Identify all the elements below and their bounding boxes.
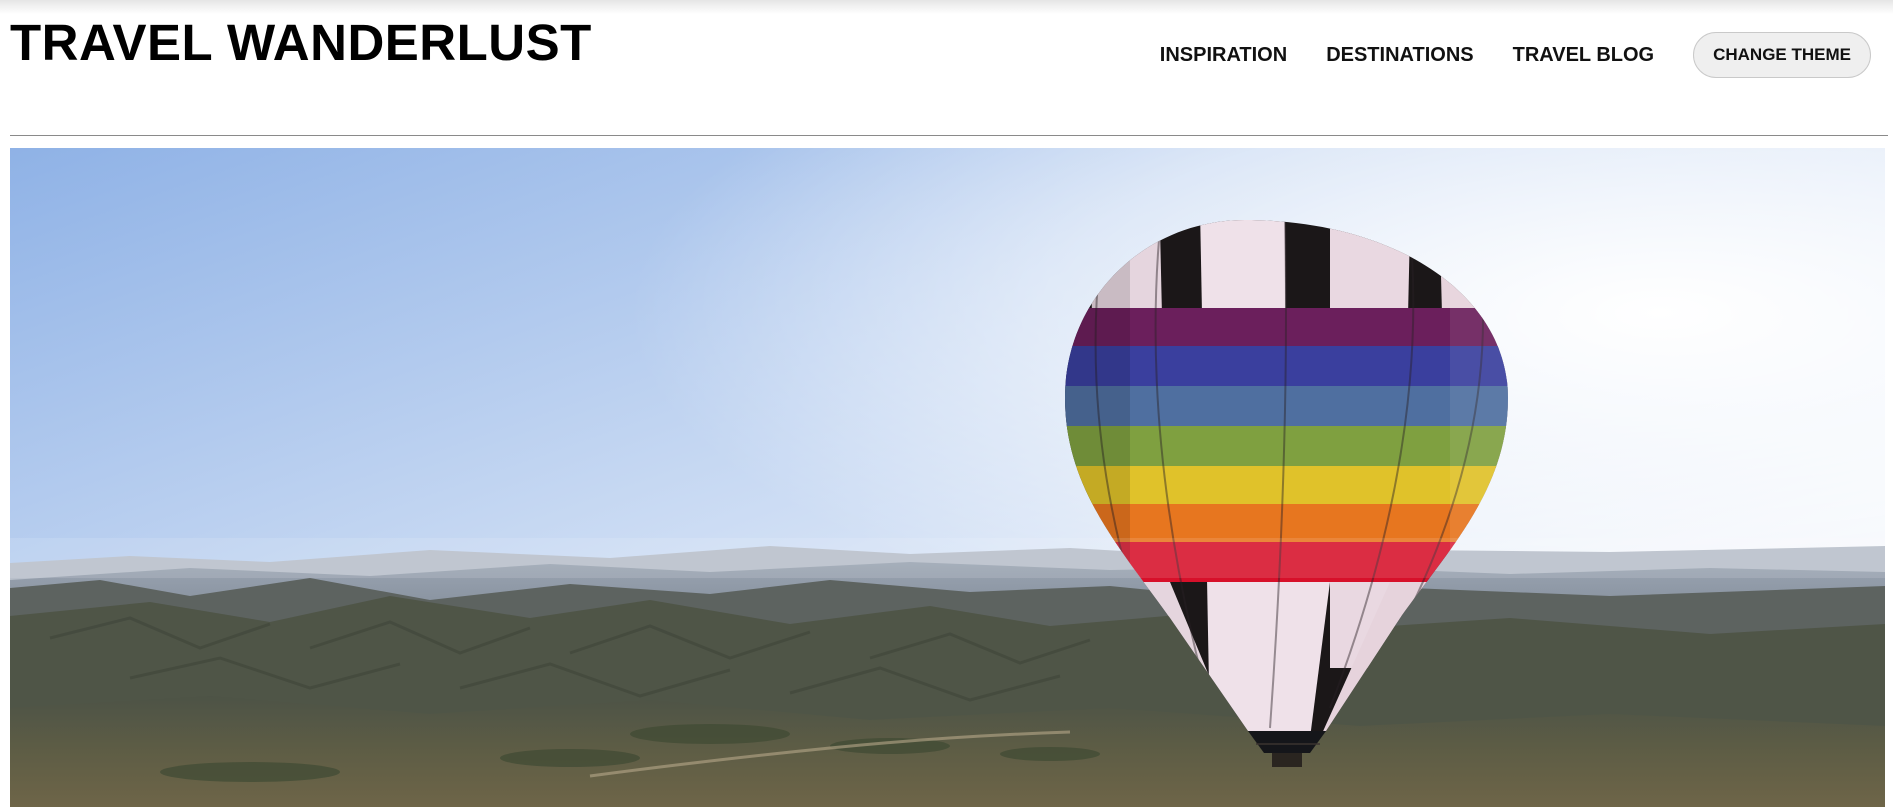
nav-link-inspiration[interactable]: INSPIRATION — [1160, 44, 1287, 67]
hero-image — [10, 148, 1885, 807]
nav-link-destinations[interactable]: DESTINATIONS — [1326, 44, 1473, 67]
main-nav: INSPIRATION DESTINATIONS TRAVEL BLOG CHA… — [1160, 32, 1871, 78]
site-title: TRAVEL WANDERLUST — [10, 14, 592, 71]
site-header: TRAVEL WANDERLUST INSPIRATION DESTINATIO… — [0, 0, 1893, 136]
hero-balloon-landscape-image — [10, 148, 1885, 807]
change-theme-button[interactable]: CHANGE THEME — [1693, 32, 1871, 78]
nav-link-travel-blog[interactable]: TRAVEL BLOG — [1513, 44, 1654, 67]
header-divider — [10, 135, 1888, 136]
